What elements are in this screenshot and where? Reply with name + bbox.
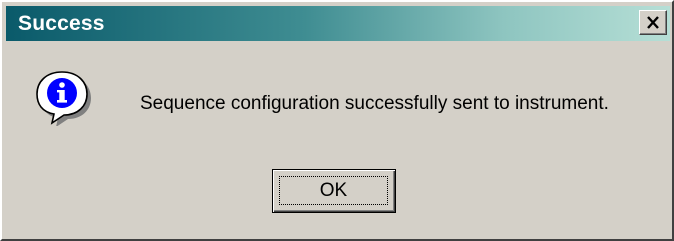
close-button[interactable] (639, 10, 667, 35)
dialog-message: Sequence configuration successfully sent… (140, 93, 609, 114)
focus-rectangle: OK (279, 176, 388, 205)
success-dialog: Success Sequence configuration successfu… (0, 0, 674, 241)
close-icon (647, 16, 659, 29)
window-title: Success (18, 12, 105, 35)
title-bar[interactable]: Success (6, 6, 670, 41)
ok-button-label: OK (319, 179, 348, 201)
ok-button[interactable]: OK (272, 169, 396, 213)
info-icon (36, 71, 91, 126)
